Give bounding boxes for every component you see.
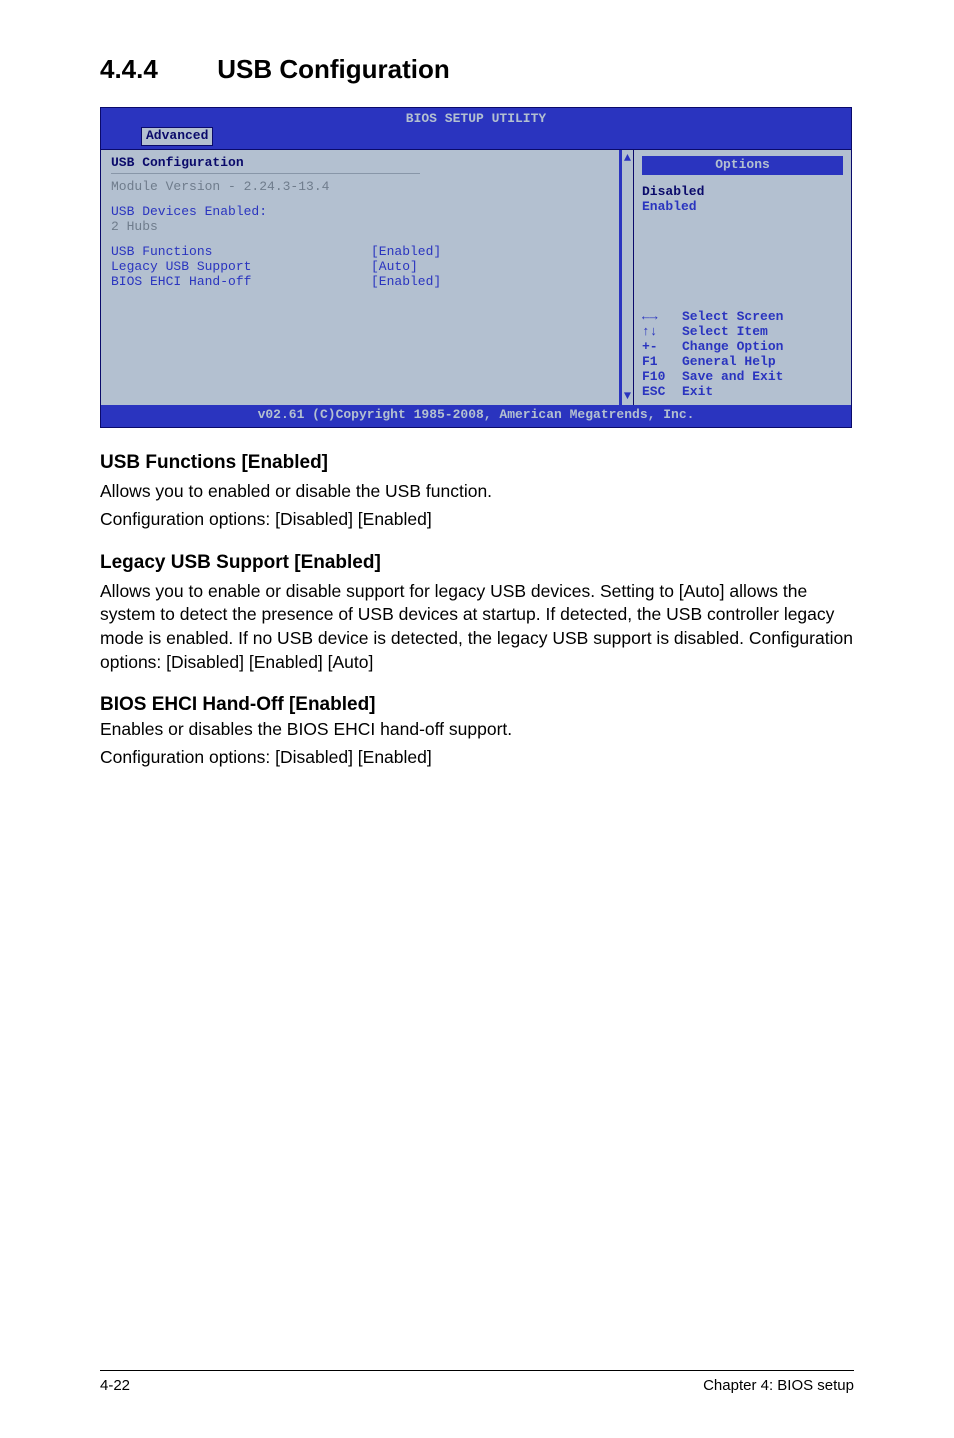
key-desc: Save and Exit bbox=[682, 370, 783, 385]
bios-panel-title: USB Configuration bbox=[111, 156, 609, 171]
key-desc: Change Option bbox=[682, 340, 783, 355]
setting-label: Legacy USB Support bbox=[111, 260, 371, 275]
setting-label: BIOS EHCI Hand-off bbox=[111, 275, 371, 290]
subhead-ehci: BIOS EHCI Hand-Off [Enabled] bbox=[100, 694, 854, 716]
kh-exit: ESCExit bbox=[642, 385, 843, 400]
key-desc: Select Screen bbox=[682, 310, 783, 325]
para-ehci-1: Enables or disables the BIOS EHCI hand-o… bbox=[100, 718, 854, 742]
key: ←→ bbox=[642, 310, 682, 325]
key: ↑↓ bbox=[642, 325, 682, 340]
subhead-legacy: Legacy USB Support [Enabled] bbox=[100, 552, 854, 574]
module-version: Module Version - 2.24.3-13.4 bbox=[111, 180, 609, 195]
divider bbox=[111, 173, 420, 174]
devices-enabled-value: 2 Hubs bbox=[111, 220, 609, 235]
setting-legacy-usb[interactable]: Legacy USB Support [Auto] bbox=[111, 260, 609, 275]
key: ESC bbox=[642, 385, 682, 400]
scroll-down-icon: ▼ bbox=[624, 390, 631, 404]
subhead-usb-functions: USB Functions [Enabled] bbox=[100, 452, 854, 474]
setting-label: USB Functions bbox=[111, 245, 371, 260]
bios-left-pane: USB Configuration Module Version - 2.24.… bbox=[101, 150, 619, 406]
option-enabled[interactable]: Enabled bbox=[642, 200, 843, 215]
key: +- bbox=[642, 340, 682, 355]
bios-tab-row: Advanced bbox=[101, 127, 851, 149]
kh-general-help: F1General Help bbox=[642, 355, 843, 370]
bios-title: BIOS SETUP UTILITY bbox=[101, 108, 851, 127]
bios-scrollbar[interactable]: ▲ ▼ bbox=[619, 150, 633, 406]
chapter-title: Chapter 4: BIOS setup bbox=[703, 1377, 854, 1394]
key-desc: Select Item bbox=[682, 325, 768, 340]
spacer bbox=[111, 289, 609, 399]
key: F1 bbox=[642, 355, 682, 370]
bios-body: USB Configuration Module Version - 2.24.… bbox=[101, 149, 851, 406]
bios-right-pane: Options Disabled Enabled ←→Select Screen… bbox=[633, 150, 851, 406]
key-help: ←→Select Screen ↑↓Select Item +-Change O… bbox=[642, 310, 843, 400]
key-desc: General Help bbox=[682, 355, 776, 370]
kh-change-option: +-Change Option bbox=[642, 340, 843, 355]
page-number: 4-22 bbox=[100, 1377, 130, 1394]
setting-usb-functions[interactable]: USB Functions [Enabled] bbox=[111, 245, 609, 260]
bios-panel: BIOS SETUP UTILITY Advanced USB Configur… bbox=[100, 107, 852, 428]
key: F10 bbox=[642, 370, 682, 385]
tab-advanced[interactable]: Advanced bbox=[141, 127, 213, 146]
bios-footer: v02.61 (C)Copyright 1985-2008, American … bbox=[101, 405, 851, 427]
key-desc: Exit bbox=[682, 385, 713, 400]
section-title: USB Configuration bbox=[217, 54, 450, 84]
kh-select-item: ↑↓Select Item bbox=[642, 325, 843, 340]
setting-value: [Auto] bbox=[371, 260, 418, 275]
para-usb-functions-1: Allows you to enabled or disable the USB… bbox=[100, 480, 854, 504]
para-usb-functions-2: Configuration options: [Disabled] [Enabl… bbox=[100, 508, 854, 532]
scroll-up-icon: ▲ bbox=[624, 152, 631, 166]
section-number: 4.4.4 bbox=[100, 54, 210, 85]
setting-value: [Enabled] bbox=[371, 275, 441, 290]
kh-select-screen: ←→Select Screen bbox=[642, 310, 843, 325]
setting-bios-ehci[interactable]: BIOS EHCI Hand-off [Enabled] bbox=[111, 275, 609, 290]
setting-value: [Enabled] bbox=[371, 245, 441, 260]
devices-enabled-label: USB Devices Enabled: bbox=[111, 205, 609, 220]
option-disabled[interactable]: Disabled bbox=[642, 185, 843, 200]
para-ehci-2: Configuration options: [Disabled] [Enabl… bbox=[100, 746, 854, 770]
para-legacy: Allows you to enable or disable support … bbox=[100, 580, 854, 675]
kh-save-exit: F10Save and Exit bbox=[642, 370, 843, 385]
section-heading: 4.4.4 USB Configuration bbox=[100, 54, 854, 85]
page-footer: 4-22 Chapter 4: BIOS setup bbox=[100, 1370, 854, 1394]
options-header: Options bbox=[642, 156, 843, 175]
